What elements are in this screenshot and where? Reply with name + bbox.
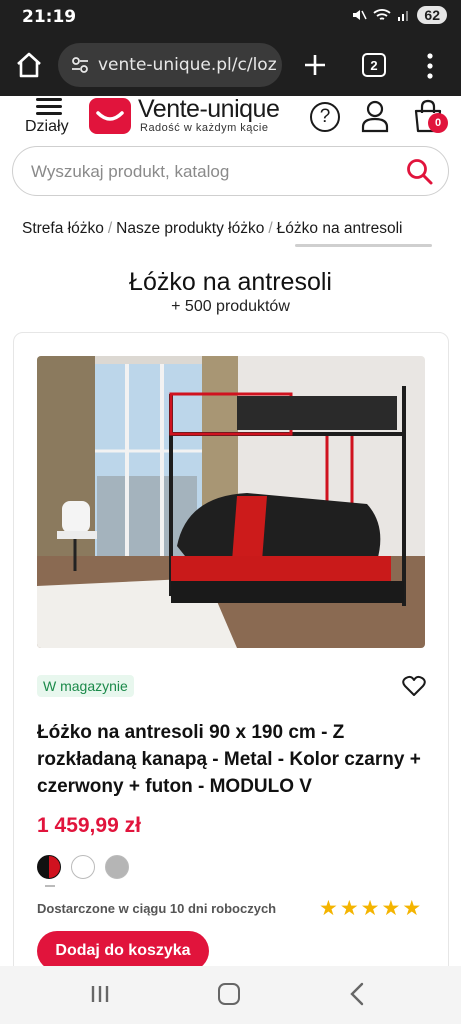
brand-name[interactable]: Vente-unique xyxy=(138,95,280,124)
breadcrumb-separator: / xyxy=(107,220,113,237)
breadcrumb: Strefa łóżko / Nasze produkty łóżko / Łóżko … xyxy=(22,220,442,238)
add-to-cart-button[interactable]: Dodaj do koszyka xyxy=(37,931,209,971)
home-nav-icon[interactable] xyxy=(218,983,240,1005)
departments-label: Działy xyxy=(25,118,69,135)
mute-icon xyxy=(353,10,368,20)
site-header: Działy Vente-unique Radość w każdym kąci… xyxy=(0,95,461,144)
brand-logo-icon[interactable] xyxy=(89,98,131,134)
back-icon[interactable] xyxy=(348,982,366,1006)
cart-count-badge: 0 xyxy=(428,113,448,133)
swatch-black-red[interactable] xyxy=(37,855,61,879)
product-price: 1 459,99 zł xyxy=(37,814,141,837)
system-navigation-bar xyxy=(0,966,461,1024)
status-bar: 21:19 62 xyxy=(0,0,461,34)
account-icon[interactable] xyxy=(360,99,390,133)
signal-icon xyxy=(398,11,409,21)
url-text: vente-unique.pl/c/loz xyxy=(98,55,277,75)
wifi-icon xyxy=(373,9,392,20)
star-icon: ★ xyxy=(319,897,338,920)
star-icon: ★ xyxy=(360,897,380,920)
product-card[interactable]: W magazynie Łóżko na antresoli 90 x 190 … xyxy=(13,332,449,992)
product-count: + 500 produktów xyxy=(171,298,290,315)
breadcrumb-separator: / xyxy=(268,220,273,237)
home-icon[interactable] xyxy=(14,51,44,79)
browser-toolbar: vente-unique.pl/c/loz 2 xyxy=(0,34,461,96)
brand-tagline: Radość w każdym kącie xyxy=(140,122,269,134)
breadcrumb-scrollbar[interactable] xyxy=(295,244,432,247)
delivery-info: Dostarczone w ciągu 10 dni roboczych xyxy=(37,901,277,916)
new-tab-icon[interactable] xyxy=(300,50,330,80)
star-icon: ★ xyxy=(339,897,359,920)
product-image[interactable] xyxy=(37,356,425,648)
hamburger-icon xyxy=(36,98,62,115)
search-bar xyxy=(12,146,449,196)
breadcrumb-item[interactable]: Strefa łóżko xyxy=(22,220,104,237)
site-settings-icon[interactable] xyxy=(70,55,90,75)
heart-icon[interactable] xyxy=(402,675,426,697)
departments-menu-button[interactable]: Działy xyxy=(22,96,76,140)
more-menu-icon[interactable] xyxy=(420,51,440,81)
help-button[interactable]: ? xyxy=(310,102,340,132)
status-time: 21:19 xyxy=(22,7,77,27)
selected-swatch-indicator xyxy=(45,885,55,887)
rating-stars: ★ ★ ★ ★ ★ xyxy=(319,896,421,921)
address-bar[interactable]: vente-unique.pl/c/loz xyxy=(58,43,282,87)
swatch-white[interactable] xyxy=(71,855,95,879)
star-icon: ★ xyxy=(381,897,401,920)
page-title: Łóżko na antresoli xyxy=(129,268,332,296)
search-input[interactable] xyxy=(31,159,371,185)
star-icon: ★ xyxy=(402,897,422,920)
battery-indicator: 62 xyxy=(417,6,447,24)
breadcrumb-item[interactable]: Nasze produkty łóżko xyxy=(116,220,264,237)
status-icons: 62 xyxy=(351,6,447,24)
recent-apps-icon[interactable] xyxy=(90,984,110,1004)
stock-status-badge: W magazynie xyxy=(37,675,134,697)
swatch-grey[interactable] xyxy=(105,855,129,879)
product-name[interactable]: Łóżko na antresoli 90 x 190 cm - Z rozkł… xyxy=(37,719,432,800)
color-swatches xyxy=(37,855,129,879)
tab-switcher-button[interactable]: 2 xyxy=(362,53,386,77)
breadcrumb-item-current: Łóżko na antresoli xyxy=(276,220,403,237)
search-icon[interactable] xyxy=(405,157,435,187)
